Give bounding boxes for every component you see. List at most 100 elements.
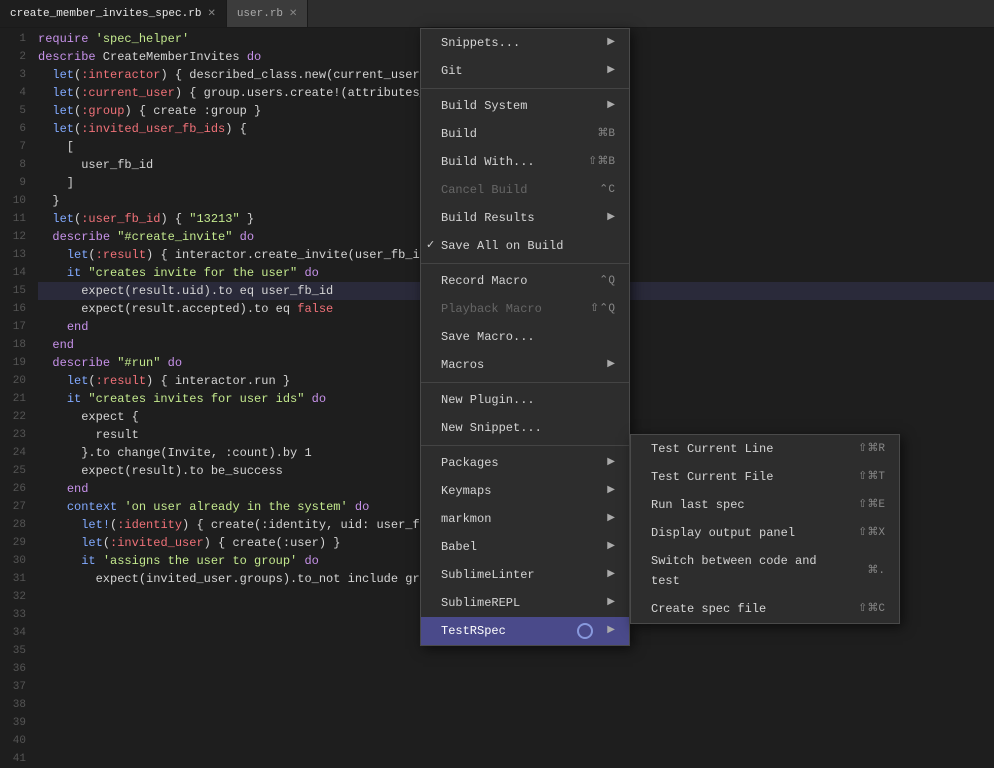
close-icon[interactable]: ✕: [207, 8, 215, 20]
submenu-item-label: Switch between code and test: [651, 551, 847, 591]
submenu-item-switch_between[interactable]: Switch between code and test ⌘.: [631, 547, 899, 595]
menu-item-babel[interactable]: Babel▶: [421, 533, 629, 561]
line-number: 28: [0, 516, 26, 534]
menu-item-build_with[interactable]: Build With...⇧⌘B: [421, 148, 629, 176]
menu-item-packages[interactable]: Packages ▶: [421, 449, 629, 477]
tab-bar: create_member_invites_spec.rb ✕ user.rb …: [0, 0, 994, 28]
line-number: 30: [0, 552, 26, 570]
menu-item-keymaps[interactable]: Keymaps▶: [421, 477, 629, 505]
menu-item-playback_macro: Playback Macro ⇧⌃Q: [421, 295, 629, 323]
line-number: 4: [0, 84, 26, 102]
line-number: 7: [0, 138, 26, 156]
submenu-item-label: Run last spec: [651, 495, 745, 515]
line-number: 29: [0, 534, 26, 552]
menu-item-markmon[interactable]: markmon ▶: [421, 505, 629, 533]
line-number: 15: [0, 282, 26, 300]
submenu-item-run_last_spec[interactable]: Run last spec ⇧⌘E: [631, 491, 899, 519]
line-number: 11: [0, 210, 26, 228]
menu-shortcut: ⌃C: [599, 180, 615, 200]
menu-item-record_macro[interactable]: Record Macro ⌃Q: [421, 267, 629, 295]
menu-item-sublime_repl[interactable]: SublimeREPL ▶: [421, 589, 629, 617]
submenu: Test Current Line⇧⌘RTest Current File⇧⌘T…: [630, 434, 900, 624]
menu-separator: [421, 263, 629, 264]
line-number: 37: [0, 678, 26, 696]
line-number: 6: [0, 120, 26, 138]
line-number: 12: [0, 228, 26, 246]
submenu-item-label: Display output panel: [651, 523, 795, 543]
line-number: 2: [0, 48, 26, 66]
menu-item-build_system[interactable]: Build System ▶: [421, 92, 629, 120]
submenu-shortcut: ⇧⌘X: [858, 523, 885, 543]
line-number: 14: [0, 264, 26, 282]
submenu-item-create_spec_file[interactable]: Create spec file ⇧⌘C: [631, 595, 899, 623]
menu-item-label: Snippets...: [441, 33, 520, 53]
menu-item-snippets[interactable]: Snippets... ▶: [421, 29, 629, 57]
menu-item-label: Build System: [441, 96, 527, 116]
menu-item-save_macro[interactable]: Save Macro...: [421, 323, 629, 351]
line-number: 25: [0, 462, 26, 480]
submenu-arrow-icon: ▶: [607, 355, 615, 375]
submenu-item-test_current_file[interactable]: Test Current File⇧⌘T: [631, 463, 899, 491]
submenu-shortcut: ⌘.: [867, 561, 885, 581]
line-number: 26: [0, 480, 26, 498]
line-number: 19: [0, 354, 26, 372]
menu-item-label: New Plugin...: [441, 390, 535, 410]
line-number: 18: [0, 336, 26, 354]
submenu-arrow-icon: ▶: [607, 453, 615, 473]
menu-shortcut: ⌘B: [597, 124, 615, 144]
menu-item-label: Build Results: [441, 208, 535, 228]
submenu-arrow-icon: ▶: [607, 509, 615, 529]
line-number: 20: [0, 372, 26, 390]
menu-item-new_snippet[interactable]: New Snippet...: [421, 414, 629, 442]
menu-item-label: Packages: [441, 453, 499, 473]
tab-create-member[interactable]: create_member_invites_spec.rb ✕: [0, 0, 227, 27]
line-number: 5: [0, 102, 26, 120]
tab-user-rb[interactable]: user.rb ✕: [227, 0, 309, 27]
submenu-arrow-icon: ▶: [607, 33, 615, 53]
line-number: 36: [0, 660, 26, 678]
submenu-shortcut: ⇧⌘C: [858, 599, 885, 619]
line-number: 38: [0, 696, 26, 714]
menu-item-label: Record Macro: [441, 271, 527, 291]
submenu-arrow-icon: ▶: [607, 593, 615, 613]
menu-item-label: Build: [441, 124, 477, 144]
line-numbers: 1234567891011121314151617181920212223242…: [0, 28, 32, 586]
submenu-item-label: Create spec file: [651, 599, 766, 619]
submenu-arrow-icon: ▶: [607, 96, 615, 116]
line-number: 27: [0, 498, 26, 516]
menu-shortcut: ⇧⌃Q: [590, 299, 615, 319]
menu-item-label: Playback Macro: [441, 299, 542, 319]
line-number: 23: [0, 426, 26, 444]
menu-item-label: markmon: [441, 509, 491, 529]
menu-item-build[interactable]: Build ⌘B: [421, 120, 629, 148]
close-icon-2[interactable]: ✕: [289, 8, 297, 20]
menu-item-macros[interactable]: Macros ▶: [421, 351, 629, 379]
menu-item-label: Save Macro...: [441, 327, 535, 347]
menu-item-label: Macros: [441, 355, 484, 375]
editor-area: 1234567891011121314151617181920212223242…: [0, 28, 994, 586]
menu-item-label: Cancel Build: [441, 180, 527, 200]
menu-item-build_results[interactable]: Build Results ▶: [421, 204, 629, 232]
submenu-item-display_output_panel[interactable]: Display output panel ⇧⌘X: [631, 519, 899, 547]
submenu-arrow-icon: ▶: [607, 208, 615, 228]
menu-item-label: SublimeREPL: [441, 593, 520, 613]
menu-item-save_all_on_build[interactable]: Save All on Build: [421, 232, 629, 260]
line-number: 41: [0, 750, 26, 768]
line-number: 35: [0, 642, 26, 660]
submenu-arrow-icon: ▶: [607, 537, 615, 557]
line-number: 1: [0, 30, 26, 48]
submenu-shortcut: ⇧⌘E: [858, 495, 885, 515]
menu-item-git[interactable]: Git▶: [421, 57, 629, 85]
menu-item-test_rspec[interactable]: TestRSpec▶: [421, 617, 629, 645]
submenu-arrow-icon: ▶: [607, 621, 615, 641]
submenu-item-test_current_line[interactable]: Test Current Line⇧⌘R: [631, 435, 899, 463]
tab-label: create_member_invites_spec.rb: [10, 8, 201, 20]
menu-item-sublime_linter[interactable]: SublimeLinter▶: [421, 561, 629, 589]
menu-item-label: New Snippet...: [441, 418, 542, 438]
line-number: 31: [0, 570, 26, 588]
menu-item-label: Save All on Build: [441, 236, 563, 256]
menu-separator: [421, 445, 629, 446]
menu-shortcut: ⌃Q: [599, 271, 615, 291]
menu-item-new_plugin[interactable]: New Plugin...: [421, 386, 629, 414]
line-number: 40: [0, 732, 26, 750]
